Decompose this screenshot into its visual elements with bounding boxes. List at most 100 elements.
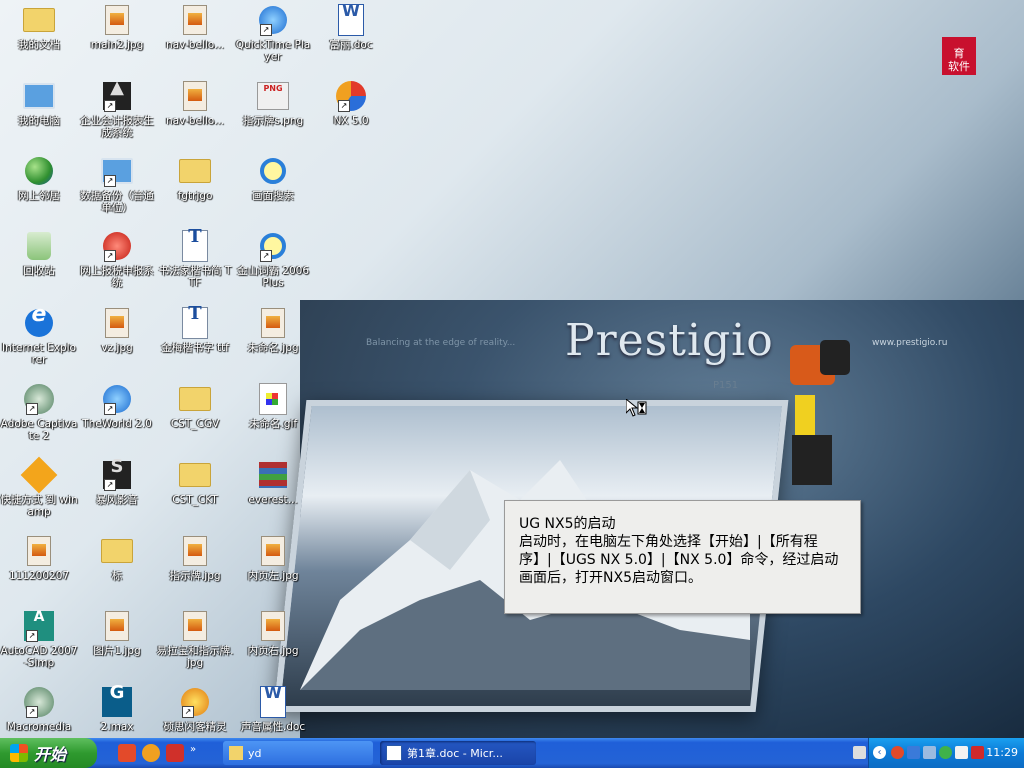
3dsmax-icon: G	[102, 684, 132, 717]
tray-app-icon-2[interactable]	[907, 746, 920, 759]
image-file-icon	[105, 5, 129, 35]
shortcut-arrow-icon: ↗	[26, 630, 38, 642]
shortcut-arrow-icon: ↗	[182, 706, 194, 718]
desktop-icon-data-backup[interactable]: ↗ 数据备份（普通单位）	[78, 155, 156, 214]
desktop-icon-inner-left-jpg[interactable]: 内页左.jpg	[234, 535, 312, 582]
folder-icon	[23, 8, 55, 32]
word-document-icon	[386, 745, 402, 761]
desktop-icon-inner-right-jpg[interactable]: 内页右.jpg	[234, 610, 312, 657]
truetype-font-icon: T	[182, 228, 208, 262]
desktop-icon-2-max[interactable]: G 2.max	[78, 684, 156, 734]
desktop-icon-nav-bello-2[interactable]: nav-bello...	[156, 80, 234, 127]
desktop-icon-screen-search[interactable]: 画面搜索	[234, 155, 312, 202]
desktop-icon-network[interactable]: 网上邻居	[0, 155, 78, 202]
image-file-icon	[183, 536, 207, 566]
clock[interactable]: 11:29	[986, 746, 1018, 759]
start-button[interactable]: 开始	[0, 738, 97, 768]
quicklaunch-more-chevron-icon[interactable]: »	[190, 744, 202, 762]
desktop-icon-quicktime[interactable]: ↗ QuickTime Player	[234, 4, 312, 63]
desktop-icon-image-111200207[interactable]: 111200207	[0, 535, 78, 582]
internet-explorer-icon: e	[25, 304, 53, 337]
winamp-icon	[20, 456, 58, 494]
search-icon	[260, 158, 286, 184]
shortcut-arrow-icon: ↗	[104, 403, 116, 415]
desktop-icon-tax-system[interactable]: ↗ 网上报税申报系统	[78, 230, 156, 289]
wallpaper-tagline: Balancing at the edge of reality...	[366, 338, 516, 348]
desktop-icon-everest[interactable]: everest...	[234, 459, 312, 506]
desktop-icon-folder-biao[interactable]: 标	[78, 535, 156, 582]
desktop-icon-storm-player[interactable]: S ↗ 暴风影音	[78, 458, 156, 507]
tray-expand-chevron-icon[interactable]: ‹	[873, 746, 886, 759]
taskbar-task-yd[interactable]: yd	[223, 741, 373, 765]
desktop-icon-untitled-jpg[interactable]: 未命名.jpg	[234, 307, 312, 354]
desktop-icon-main2-jpg[interactable]: main2.jpg	[78, 4, 156, 51]
tray-app-icon-1[interactable]	[891, 746, 904, 759]
wallpaper-climber	[790, 340, 850, 485]
desktop-icon-nav-bello-1[interactable]: nav-bello...	[156, 4, 234, 51]
desktop-icon-sign-jpg[interactable]: 指示牌.jpg	[156, 535, 234, 582]
desktop-icon-font-jinmei[interactable]: T 金梅楷书字 ttf	[156, 305, 234, 355]
desktop-icon-theworld[interactable]: ↗ TheWorld 2.0	[78, 383, 156, 430]
wallpaper-url: www.prestigio.ru	[872, 338, 948, 348]
windows-flag-icon	[10, 744, 28, 762]
desktop-icon-autocad[interactable]: A ↗ AutoCAD 2007-Simp	[0, 610, 78, 669]
desktop-icon-folder-cst-cgv[interactable]: CST_CGV	[156, 383, 234, 430]
image-file-icon	[27, 536, 51, 566]
image-file-icon	[105, 611, 129, 641]
image-file-icon	[183, 611, 207, 641]
app-logo[interactable]: 育 软件	[942, 37, 976, 75]
desktop-icon-flash-decompiler[interactable]: ↗ 硕思闪客精灵	[156, 686, 234, 733]
desktop-icon-folder-fgtrjgo[interactable]: fgtrjgo	[156, 155, 234, 202]
volume-icon[interactable]	[955, 746, 968, 759]
desktop-icon-winamp[interactable]: 快捷方式 到 winamp	[0, 456, 78, 518]
security-shield-icon[interactable]	[971, 746, 984, 759]
taskbar-task-word-doc[interactable]: 第1章.doc - Micr...	[380, 741, 536, 765]
desktop-icon-sound-props-doc[interactable]: W 声音属性.doc	[234, 685, 312, 734]
desktop-icon-vz-jpg[interactable]: vz.jpg	[78, 307, 156, 354]
desktop-icon-fuli-doc[interactable]: W 富丽.doc	[312, 3, 390, 52]
annotation-title: UG NX5的启动	[519, 516, 616, 532]
shortcut-arrow-icon: ↗	[104, 100, 116, 112]
shortcut-arrow-icon: ↗	[260, 24, 272, 36]
desktop-icon-untitled-gif[interactable]: 未命名.gif	[234, 383, 312, 430]
shortcut-arrow-icon: ↗	[260, 250, 272, 262]
tutorial-annotation-box: UG NX5的启动 启动时，在电脑左下角处选择【开始】|【所有程序】|【UGS …	[504, 500, 861, 614]
image-file-icon	[261, 611, 285, 641]
desktop-icon-font-shufajia[interactable]: T 书法家楷书简 TTF	[156, 228, 234, 290]
folder-icon	[179, 159, 211, 183]
annotation-body: 启动时，在电脑左下角处选择【开始】|【所有程序】|【UGS NX 5.0】|【N…	[519, 534, 839, 586]
desktop-icon-macromedia[interactable]: ↗ Macromedia	[0, 686, 78, 733]
desktop-icon-adobe-captivate[interactable]: ↗ Adobe Captivate 2	[0, 383, 78, 442]
quicklaunch-icon-3[interactable]	[166, 744, 184, 762]
desktop-icon-kingsoft-dict[interactable]: ↗ 金山词霸 2006 Plus	[234, 230, 312, 289]
desktop-icon-recycle-bin[interactable]: 回收站	[0, 230, 78, 277]
image-file-icon	[105, 308, 129, 338]
desktop-icon-internet-explorer[interactable]: e Internet Explorer	[0, 304, 78, 367]
wallpaper-brand: Prestigio	[565, 315, 774, 366]
shortcut-arrow-icon: ↗	[104, 250, 116, 262]
desktop-icon-folder-cst-ckt[interactable]: CST_CKT	[156, 459, 234, 506]
quicklaunch-icon-1[interactable]	[118, 744, 136, 762]
wallpaper-model: P151	[713, 380, 739, 391]
desktop-icon-sign-png[interactable]: PNG 指示牌s.png	[234, 80, 312, 127]
recycle-bin-icon	[27, 232, 51, 260]
gif-file-icon	[259, 383, 287, 415]
shortcut-arrow-icon: ↗	[26, 403, 38, 415]
computer-icon	[23, 83, 55, 109]
desktop-icon-nx5[interactable]: ↗ NX 5.0	[312, 80, 390, 127]
desktop-icon-my-computer[interactable]: 我的电脑	[0, 80, 78, 127]
system-tray: ‹ 11:29	[853, 738, 1024, 768]
desktop-icon-picture1-jpg[interactable]: 图片1.jpg	[78, 610, 156, 657]
taskbar: 开始 » yd 第1章.doc - Micr... ‹ 11:29	[0, 738, 1024, 768]
keyboard-icon[interactable]	[853, 746, 866, 759]
folder-icon	[101, 539, 133, 563]
shortcut-arrow-icon: ↗	[338, 100, 350, 112]
network-icon	[25, 157, 53, 185]
quicklaunch-icon-2[interactable]	[142, 744, 160, 762]
desktop-icon-accounting-system[interactable]: ▲ ↗ 企业会计报表生成系统	[78, 79, 156, 140]
busy-cursor-icon	[626, 399, 647, 417]
network-icon[interactable]	[923, 746, 936, 759]
desktop-icon-my-documents[interactable]: 我的文档	[0, 4, 78, 51]
umbrella-icon[interactable]	[939, 746, 952, 759]
desktop-icon-rollup-sign-jpg[interactable]: 易拉宝和指示牌.jpg	[156, 610, 234, 669]
